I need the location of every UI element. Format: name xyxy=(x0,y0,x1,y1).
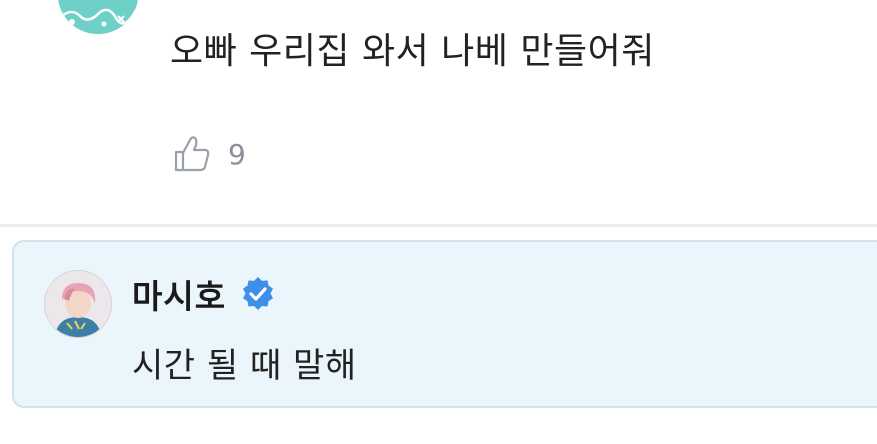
comment-text: 오빠 우리집 와서 나베 만들어줘 xyxy=(170,31,655,72)
verified-badge-icon xyxy=(243,276,274,310)
reply-author-avatar[interactable] xyxy=(44,270,112,338)
comment-thread: 오빠 우리집 와서 나베 만들어줘 9 마시호 시간 될 때 말해 xyxy=(0,0,877,444)
reply-author-name[interactable]: 마시호 xyxy=(132,270,226,318)
thumbs-up-icon[interactable] xyxy=(172,134,212,174)
like-count: 9 xyxy=(228,137,246,171)
like-button[interactable]: 9 xyxy=(172,132,246,176)
commenter-avatar[interactable] xyxy=(58,0,138,34)
reply-text: 시간 될 때 말해 xyxy=(132,346,357,386)
reply-author-row: 마시호 xyxy=(132,270,276,318)
reply-box: 마시호 시간 될 때 말해 xyxy=(12,240,877,408)
divider xyxy=(0,224,877,227)
